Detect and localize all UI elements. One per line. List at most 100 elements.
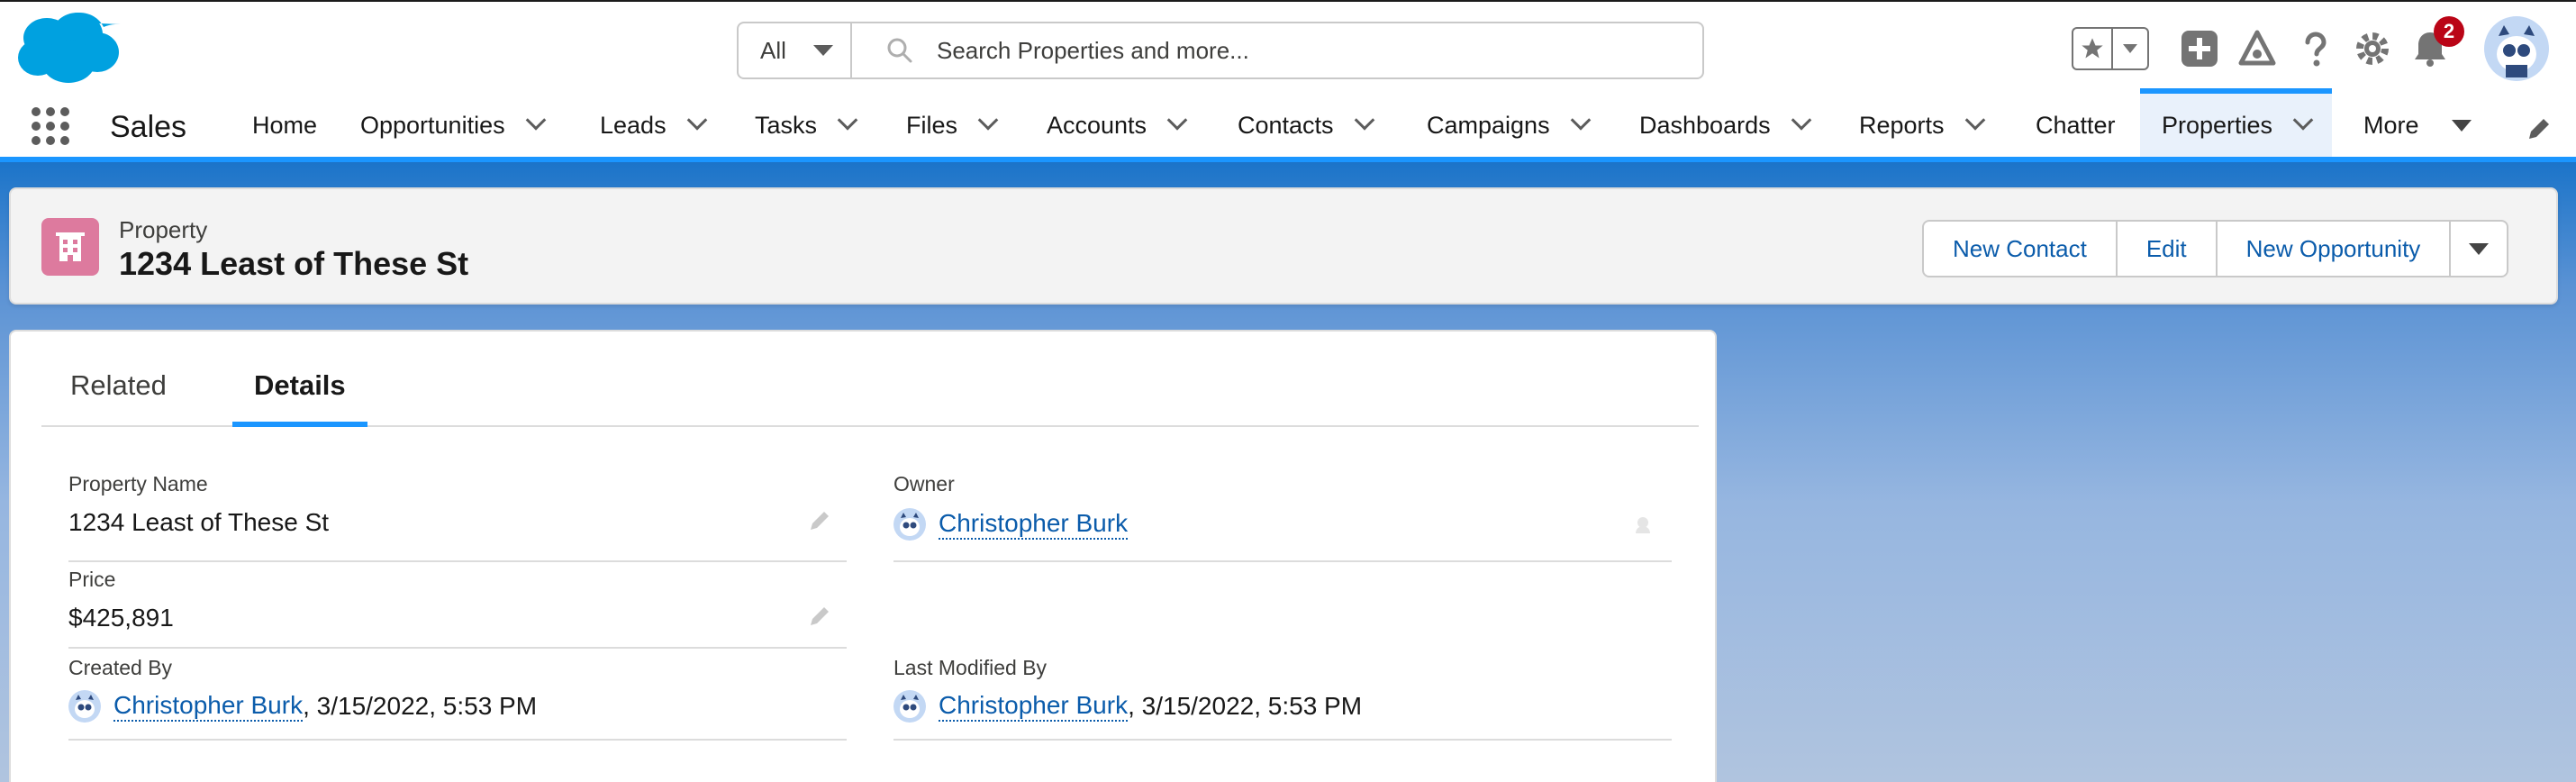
nav-item-label: Opportunities — [360, 111, 505, 139]
caret-down-icon — [2451, 119, 2472, 132]
favorites-list-button[interactable] — [2113, 29, 2147, 68]
field-price: Price $425,891 — [68, 568, 847, 649]
nav-item-label: Chatter — [2036, 111, 2116, 139]
property-object-icon — [41, 218, 99, 276]
chevron-down-icon[interactable] — [1354, 110, 1374, 131]
app-navigation-bar: Sales Home Opportunities Leads Tasks Fil… — [0, 88, 2576, 162]
setup-button[interactable] — [2351, 27, 2394, 70]
astro-avatar-icon — [2484, 16, 2549, 81]
nav-item-campaigns[interactable]: Campaigns — [1427, 94, 1591, 157]
chevron-down-icon[interactable] — [1570, 110, 1591, 131]
object-type-label: Property — [119, 216, 208, 243]
nav-item-label: Accounts — [1047, 111, 1147, 139]
created-date: , 3/15/2022, 5:53 PM — [303, 692, 538, 720]
search-input[interactable] — [937, 36, 1657, 65]
app-name: Sales — [110, 110, 187, 144]
new-opportunity-button[interactable]: New Opportunity — [2215, 220, 2452, 277]
nav-item-label: Properties — [2162, 111, 2273, 139]
user-avatar[interactable] — [2484, 16, 2549, 81]
chevron-down-icon[interactable] — [977, 110, 999, 131]
nav-item-files[interactable]: Files — [906, 94, 999, 157]
nav-item-home[interactable]: Home — [252, 94, 317, 157]
field-value: Christopher Burk — [893, 508, 1129, 541]
help-icon — [2305, 32, 2327, 67]
last-modified-by-link[interactable]: Christopher Burk — [939, 691, 1129, 722]
field-last-modified-by: Last Modified By Christopher Burk , 3/15… — [893, 656, 1672, 741]
search-icon — [887, 38, 912, 63]
trailhead-icon — [2238, 30, 2276, 66]
nav-item-label: Dashboards — [1639, 111, 1771, 139]
field-label: Last Modified By — [893, 656, 1048, 679]
nav-item-accounts[interactable]: Accounts — [1047, 94, 1188, 157]
edit-button[interactable]: Edit — [2115, 220, 2218, 277]
user-avatar-icon — [68, 690, 101, 723]
favorites-button[interactable] — [2073, 29, 2113, 68]
chevron-down-icon[interactable] — [1791, 110, 1811, 131]
chevron-down-icon[interactable] — [1166, 110, 1188, 131]
star-icon — [2082, 38, 2103, 59]
new-contact-button[interactable]: New Contact — [1922, 220, 2118, 277]
record-highlights-panel: Property 1234 Least of These St New Cont… — [9, 187, 2558, 305]
pencil-icon[interactable] — [807, 508, 832, 533]
trailhead-guidance-button[interactable] — [2236, 27, 2279, 70]
favorites-button-group — [2072, 27, 2149, 70]
nav-item-opportunities[interactable]: Opportunities — [360, 94, 546, 157]
pencil-icon[interactable] — [807, 604, 832, 629]
caret-down-icon — [2123, 44, 2137, 53]
chevron-down-icon[interactable] — [525, 110, 546, 131]
field-value: Christopher Burk , 3/15/2022, 5:53 PM — [68, 690, 537, 723]
field-created-by: Created By Christopher Burk , 3/15/2022,… — [68, 656, 847, 741]
nav-item-leads[interactable]: Leads — [600, 94, 707, 157]
salesforce-logo[interactable] — [14, 11, 121, 86]
nav-item-contacts[interactable]: Contacts — [1238, 94, 1374, 157]
tab-details[interactable]: Details — [232, 369, 367, 427]
field-label: Owner — [893, 472, 955, 496]
nav-item-label: Contacts — [1238, 111, 1334, 139]
user-avatar-icon — [893, 690, 926, 723]
chevron-down-icon[interactable] — [686, 110, 707, 131]
global-header: All 2 — [0, 0, 2576, 94]
field-owner: Owner Christopher Burk — [893, 472, 1672, 562]
field-property-name: Property Name 1234 Least of These St — [68, 472, 847, 562]
chevron-down-icon[interactable] — [837, 110, 858, 131]
change-owner-icon[interactable] — [1632, 512, 1657, 537]
field-value: $425,891 — [68, 604, 174, 632]
field-value: 1234 Least of These St — [68, 508, 330, 536]
nav-item-reports[interactable]: Reports — [1859, 94, 1985, 157]
nav-item-label: Reports — [1859, 111, 1945, 139]
record-title: 1234 Least of These St — [119, 245, 469, 282]
more-actions-button[interactable] — [2449, 220, 2509, 277]
nav-item-tasks[interactable]: Tasks — [755, 94, 858, 157]
help-button[interactable] — [2293, 27, 2336, 70]
record-tabs: Related Details — [41, 332, 1699, 427]
owner-link[interactable]: Christopher Burk — [939, 509, 1129, 540]
nav-item-chatter[interactable]: Chatter — [2036, 94, 2116, 157]
nav-item-label: Tasks — [755, 111, 818, 139]
user-avatar-icon — [893, 508, 926, 541]
nav-item-label: Leads — [600, 111, 667, 139]
app-launcher-icon[interactable] — [31, 106, 70, 146]
caret-down-icon — [2469, 242, 2490, 255]
last-modified-date: , 3/15/2022, 5:53 PM — [1128, 692, 1363, 720]
nav-item-label: Campaigns — [1427, 111, 1550, 139]
nav-item-more[interactable]: More — [2363, 94, 2472, 157]
field-label: Property Name — [68, 472, 208, 496]
chevron-down-icon[interactable] — [1964, 110, 1985, 131]
edit-nav-items-icon[interactable] — [2526, 115, 2553, 142]
global-create-button[interactable] — [2178, 27, 2221, 70]
record-actions: New Contact Edit New Opportunity — [1922, 220, 2509, 277]
global-search: All — [737, 22, 1704, 79]
field-value: Christopher Burk , 3/15/2022, 5:53 PM — [893, 690, 1362, 723]
field-label: Created By — [68, 656, 173, 679]
tab-related[interactable]: Related — [70, 369, 167, 427]
chevron-down-icon[interactable] — [2292, 110, 2314, 131]
search-scope-label: All — [760, 36, 786, 64]
search-scope-select[interactable]: All — [739, 23, 852, 77]
gear-icon — [2356, 32, 2389, 65]
nav-item-dashboards[interactable]: Dashboards — [1639, 94, 1811, 157]
add-icon — [2181, 31, 2218, 67]
field-label: Price — [68, 568, 116, 591]
nav-item-label: More — [2363, 111, 2419, 139]
created-by-link[interactable]: Christopher Burk — [113, 691, 304, 722]
nav-item-properties[interactable]: Properties — [2140, 88, 2333, 157]
